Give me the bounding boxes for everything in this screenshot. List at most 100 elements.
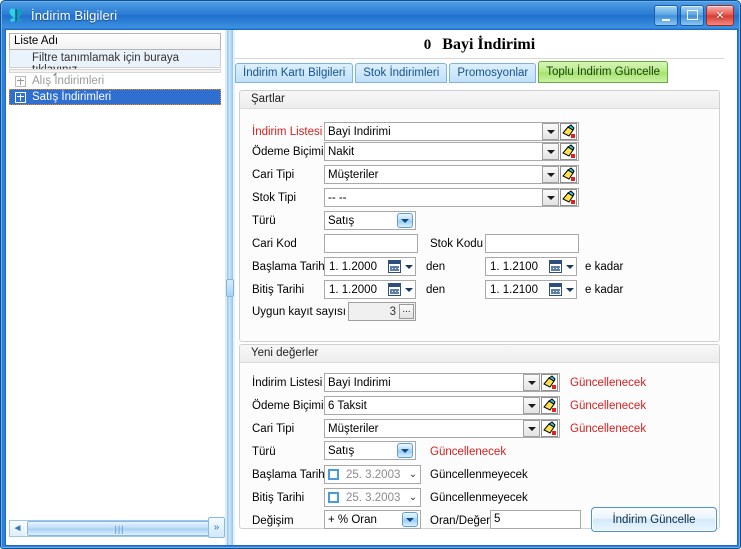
combo-yeni-cari-tipi[interactable]: Müşteriler	[324, 419, 560, 438]
detail-panel: 0 Bayi İndirimi İndirim Kartı Bilgileri …	[235, 30, 737, 545]
checkbox-icon[interactable]	[328, 492, 339, 503]
date-baslama-tarihi-to[interactable]: 1. 1.2100	[485, 257, 577, 276]
combo-value: Satış	[328, 444, 355, 457]
combo-value: Müşteriler	[328, 422, 379, 435]
status-yeni-cari-tipi: Güncellenecek	[570, 423, 647, 435]
date-value: 1. 1.2000	[329, 260, 377, 273]
chevron-down-icon[interactable]	[563, 287, 576, 292]
lookup-icon[interactable]	[560, 143, 577, 160]
tab-stok-indirimleri[interactable]: Stok İndirimleri	[355, 63, 448, 83]
lookup-icon[interactable]	[560, 123, 577, 140]
list-column-header[interactable]: Liste Adı	[9, 33, 221, 50]
horizontal-scrollbar[interactable]: ◄ ||| ►	[9, 520, 221, 537]
calendar-icon[interactable]	[549, 283, 562, 296]
label-yeni-indirim-listesi: İndirim Listesi	[252, 377, 323, 389]
tree-item-alis-indirimleri[interactable]: Alış İndirimleri	[9, 73, 221, 89]
combo-yeni-odeme-bicimi[interactable]: 6 Taksit	[324, 396, 560, 415]
splitter-grip[interactable]	[226, 279, 234, 297]
chevron-down-icon[interactable]	[523, 420, 540, 437]
label-degisim: Değişim	[252, 515, 294, 527]
ellipsis-button[interactable]: ...	[399, 304, 414, 319]
expand-plus-icon[interactable]	[15, 75, 26, 87]
splitter-expand-button[interactable]: »	[208, 517, 225, 538]
label-turu: Türü	[252, 215, 276, 227]
new-values-groupbox-title: Yeni değerler	[240, 345, 719, 363]
combo-indirim-listesi[interactable]: Bayi İndirimi	[324, 122, 579, 141]
label-cari-tipi: Cari Tipi	[252, 169, 295, 181]
combo-turu[interactable]: Satış	[324, 211, 416, 230]
tab-toplu-indirim-guncelle[interactable]: Toplu İndirim Güncelle	[538, 61, 669, 83]
lookup-icon[interactable]	[560, 166, 577, 183]
tree-item-satis-indirimleri[interactable]: Satış İndirimleri	[9, 89, 221, 105]
combo-yeni-turu[interactable]: Satış	[324, 441, 416, 460]
combo-value: -- --	[328, 191, 347, 204]
combo-stok-tipi[interactable]: -- --	[324, 188, 579, 207]
combo-cari-tipi[interactable]: Müşteriler	[324, 165, 579, 184]
tab-promosyonlar[interactable]: Promosyonlar	[449, 63, 537, 83]
indirim-guncelle-button[interactable]: İndirim Güncelle	[591, 507, 717, 532]
date-value: 1. 1.2100	[490, 260, 538, 273]
lookup-icon[interactable]	[541, 420, 558, 437]
panel-splitter[interactable]	[225, 30, 235, 545]
application-window: İndirim Bilgileri ✕ Liste Adı Filtre tan…	[0, 0, 741, 549]
tree-item-label: Satış İndirimleri	[32, 91, 112, 103]
chevron-down-icon[interactable]	[402, 264, 415, 269]
date-bitis-tarihi-to[interactable]: 1. 1.2100	[485, 280, 577, 299]
chevron-down-icon[interactable]	[397, 443, 413, 458]
expand-plus-icon[interactable]	[15, 91, 26, 103]
chevron-down-icon[interactable]	[523, 397, 540, 414]
chevron-down-icon[interactable]	[542, 143, 559, 160]
chevron-down-icon[interactable]	[542, 123, 559, 140]
window-client-area: Liste Adı Filtre tanımlamak için buraya …	[5, 29, 738, 546]
chevron-down-icon[interactable]	[563, 264, 576, 269]
chevron-down-icon[interactable]	[542, 189, 559, 206]
calendar-icon[interactable]	[388, 283, 401, 296]
input-oran-deger[interactable]: 5	[490, 510, 581, 529]
combo-degisim[interactable]: + % Oran	[324, 510, 421, 529]
scroll-left-arrow-icon[interactable]: ◄	[10, 521, 25, 536]
close-icon: ✕	[715, 9, 725, 22]
date-value: 1. 1.2000	[329, 283, 377, 296]
label-bitis-tarihi: Bitiş Tarihi	[252, 284, 305, 296]
label-yeni-baslama-tarihi: Başlama Tarihi	[252, 469, 328, 481]
calendar-icon[interactable]	[388, 260, 401, 273]
chevron-down-icon[interactable]	[397, 213, 413, 228]
filter-row[interactable]: Filtre tanımlamak için buraya tıklayınız	[9, 50, 221, 76]
chevron-down-icon[interactable]	[542, 166, 559, 183]
scrollbar-track[interactable]: |||	[25, 521, 212, 536]
date-yeni-baslama-tarihi[interactable]: 25. 3.2003 ⌄	[324, 465, 421, 484]
input-cari-kod[interactable]	[324, 234, 418, 253]
lookup-icon[interactable]	[541, 374, 558, 391]
input-stok-kodu[interactable]	[485, 234, 579, 253]
checkbox-icon[interactable]	[328, 469, 339, 480]
combo-value: Müşteriler	[328, 168, 379, 181]
lookup-icon[interactable]	[560, 189, 577, 206]
calendar-icon[interactable]	[549, 260, 562, 273]
chevron-down-icon[interactable]	[402, 287, 415, 292]
chevron-down-icon[interactable]	[523, 374, 540, 391]
scrollbar-thumb[interactable]: |||	[27, 521, 212, 536]
minimize-button[interactable]	[654, 5, 678, 26]
combo-value: + % Oran	[328, 513, 377, 526]
chevron-down-icon[interactable]: ⌄	[406, 492, 420, 503]
lookup-icon[interactable]	[541, 397, 558, 414]
combo-yeni-indirim-listesi[interactable]: Bayi İndirimi	[324, 373, 560, 392]
window-title: İndirim Bilgileri	[31, 7, 118, 23]
butterfly-icon	[7, 6, 25, 24]
date-yeni-bitis-tarihi[interactable]: 25. 3.2003 ⌄	[324, 488, 421, 507]
date-bitis-tarihi-from[interactable]: 1. 1.2000	[324, 280, 416, 299]
maximize-button[interactable]	[680, 5, 704, 26]
date-baslama-tarihi-from[interactable]: 1. 1.2000	[324, 257, 416, 276]
tree-item-label: Alış İndirimleri	[32, 75, 105, 87]
date-value: 1. 1.2100	[490, 283, 538, 296]
status-yeni-turu: Güncellenecek	[430, 446, 507, 458]
label-indirim-listesi: İndirim Listesi	[252, 126, 323, 138]
chevron-down-icon[interactable]	[402, 512, 418, 527]
label-yeni-odeme-bicimi: Ödeme Biçimi	[252, 400, 324, 412]
close-button[interactable]: ✕	[706, 5, 734, 26]
chevron-down-icon[interactable]: ⌄	[406, 469, 420, 480]
tab-indirim-karti-bilgileri[interactable]: İndirim Kartı Bilgileri	[235, 63, 354, 83]
combo-odeme-bicimi[interactable]: Nakit	[324, 142, 579, 161]
label-e-kadar-2: e kadar	[585, 284, 624, 296]
status-yeni-odeme-bicimi: Güncellenecek	[570, 400, 647, 412]
